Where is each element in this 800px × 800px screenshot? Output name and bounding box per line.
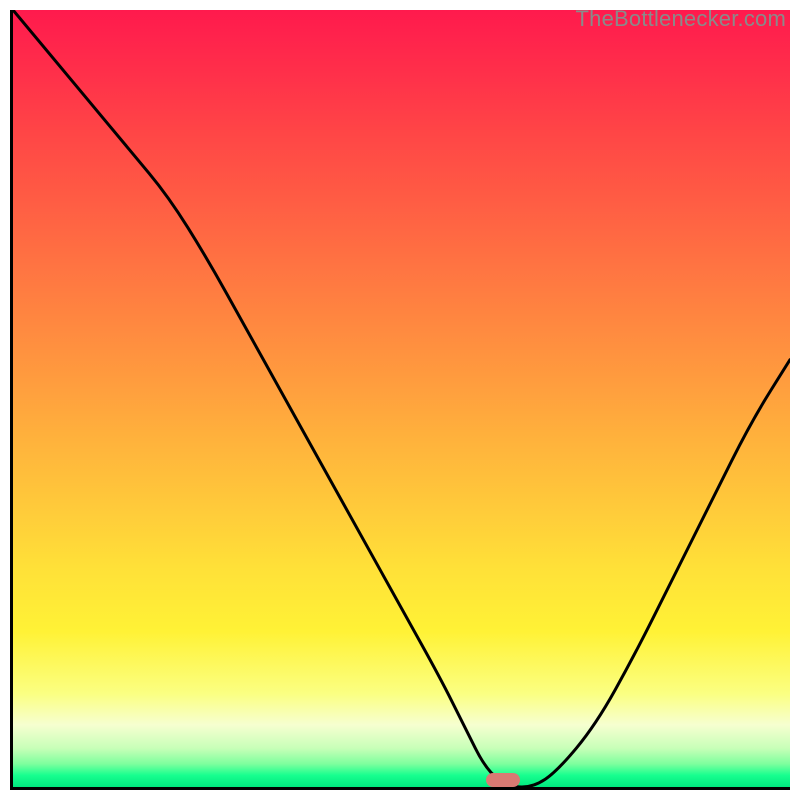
bottleneck-curve bbox=[13, 10, 790, 787]
plot-area bbox=[10, 10, 790, 790]
optimum-marker bbox=[486, 773, 520, 787]
curve-svg bbox=[13, 10, 790, 787]
chart-container: TheBottlenecker.com bbox=[0, 0, 800, 800]
watermark-text: TheBottlenecker.com bbox=[576, 6, 786, 32]
